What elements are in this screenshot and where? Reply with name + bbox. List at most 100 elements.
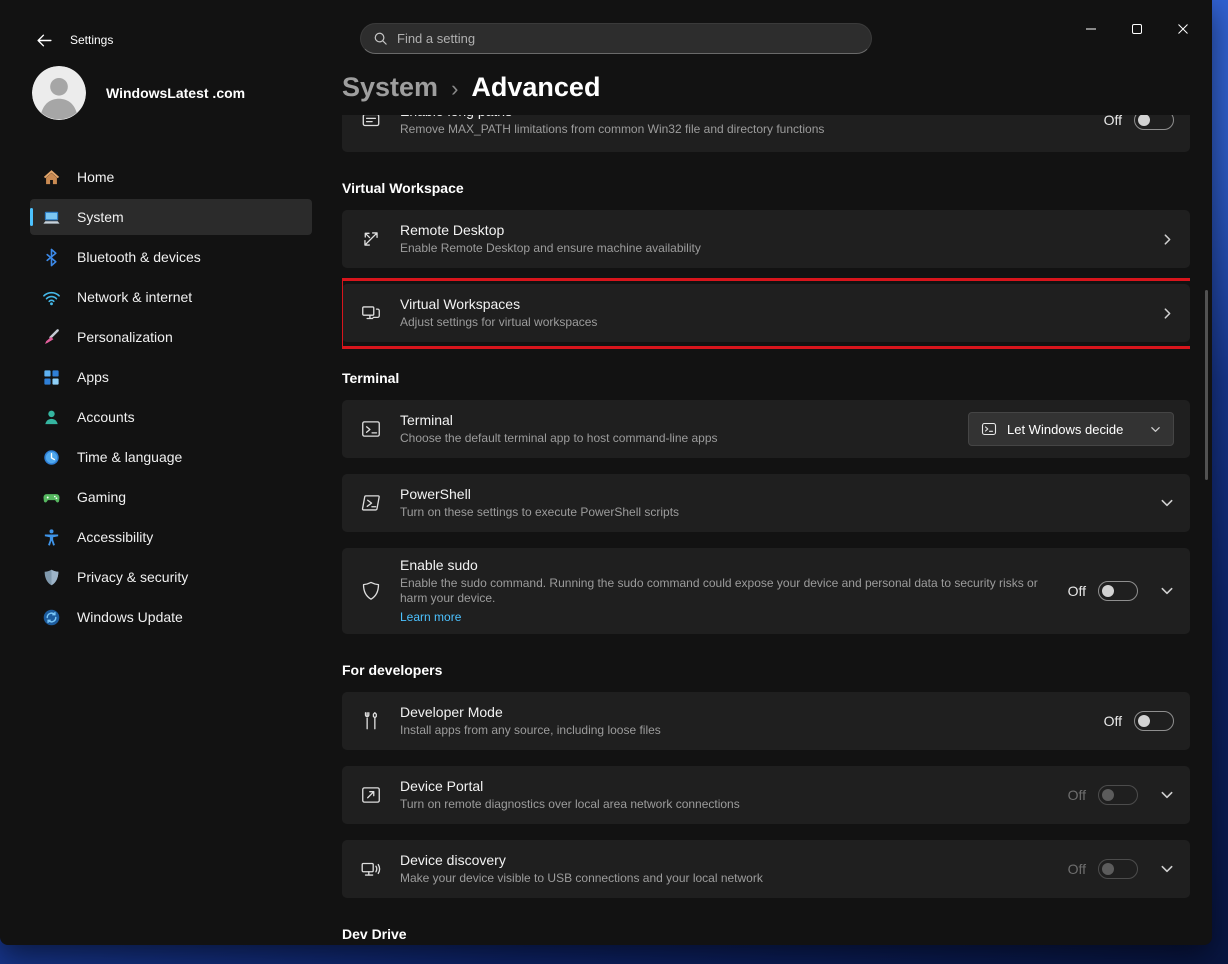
- powershell-icon: [360, 492, 382, 514]
- terminal-mini-icon: [981, 421, 997, 437]
- section-header-terminal: Terminal: [342, 368, 1190, 388]
- titlebar: Settings: [0, 0, 1212, 64]
- sidebar-item-apps[interactable]: Apps: [30, 359, 312, 395]
- desktop: Settings: [0, 0, 1228, 964]
- selected-accent-bar: [30, 208, 33, 226]
- breadcrumb-separator-icon: ›: [451, 74, 458, 102]
- chevron-down-icon[interactable]: [1160, 496, 1174, 510]
- sidebar: WindowsLatest .com Home System Bluetooth…: [0, 64, 330, 945]
- close-button[interactable]: [1160, 10, 1206, 48]
- chevron-right-icon: [1161, 307, 1174, 320]
- search-input[interactable]: [397, 31, 859, 46]
- toggle-state-label: Off: [1068, 583, 1086, 599]
- device-portal-toggle: [1098, 785, 1138, 805]
- sidebar-item-label: Network & internet: [77, 289, 192, 305]
- accounts-icon: [42, 408, 61, 427]
- windows-update-icon: [42, 608, 61, 627]
- setting-title: Virtual Workspaces: [400, 296, 1141, 312]
- setting-title: PowerShell: [400, 486, 1140, 502]
- setting-desc: Turn on these settings to execute PowerS…: [400, 505, 1140, 520]
- toggle-knob: [1102, 863, 1114, 875]
- terminal-app-dropdown[interactable]: Let Windows decide: [968, 412, 1174, 446]
- chevron-down-icon[interactable]: [1160, 584, 1174, 598]
- toggle-knob: [1102, 585, 1114, 597]
- setting-desc: Remove MAX_PATH limitations from common …: [400, 122, 1084, 137]
- sidebar-item-windows-update[interactable]: Windows Update: [30, 599, 312, 635]
- user-account-card[interactable]: WindowsLatest .com: [32, 66, 245, 120]
- section-header-dev-drive: Dev Drive: [342, 924, 1190, 944]
- chevron-down-icon: [1150, 424, 1161, 435]
- minimize-button[interactable]: [1068, 10, 1114, 48]
- setting-title: Enable sudo: [400, 557, 1048, 573]
- learn-more-link[interactable]: Learn more: [400, 610, 461, 624]
- sidebar-item-time-language[interactable]: Time & language: [30, 439, 312, 475]
- device-discovery-toggle: [1098, 859, 1138, 879]
- sidebar-item-home[interactable]: Home: [30, 159, 312, 195]
- personalization-icon: [42, 328, 61, 347]
- setting-row-enable-long-paths[interactable]: Enable long paths Remove MAX_PATH limita…: [342, 115, 1190, 152]
- sidebar-nav: Home System Bluetooth & devices Network …: [30, 159, 312, 639]
- back-button[interactable]: [26, 24, 62, 56]
- virtual-workspaces-icon: [360, 302, 382, 324]
- close-icon: [1177, 23, 1189, 35]
- privacy-icon: [42, 568, 61, 587]
- chevron-down-icon[interactable]: [1160, 788, 1174, 802]
- gaming-icon: [42, 488, 61, 507]
- sidebar-item-system[interactable]: System: [30, 199, 312, 235]
- device-discovery-icon: [360, 858, 382, 880]
- setting-row-device-discovery[interactable]: Device discovery Make your device visibl…: [342, 840, 1190, 898]
- maximize-button[interactable]: [1114, 10, 1160, 48]
- back-arrow-icon: [36, 32, 53, 49]
- chevron-down-icon[interactable]: [1160, 862, 1174, 876]
- sidebar-item-personalization[interactable]: Personalization: [30, 319, 312, 355]
- sidebar-item-label: Time & language: [77, 449, 182, 465]
- toggle-state-label: Off: [1104, 115, 1122, 128]
- sidebar-item-network-internet[interactable]: Network & internet: [30, 279, 312, 315]
- setting-title: Enable long paths: [400, 115, 1084, 119]
- setting-desc: Make your device visible to USB connecti…: [400, 871, 1048, 886]
- caption-controls: [1068, 10, 1206, 48]
- system-icon: [42, 208, 61, 227]
- developer-mode-icon: [360, 710, 382, 732]
- sidebar-item-label: Apps: [77, 369, 109, 385]
- sidebar-item-label: Personalization: [77, 329, 173, 345]
- network-icon: [42, 288, 61, 307]
- setting-row-powershell[interactable]: PowerShell Turn on these settings to exe…: [342, 474, 1190, 532]
- setting-row-virtual-workspaces[interactable]: Virtual Workspaces Adjust settings for v…: [342, 284, 1190, 342]
- setting-row-enable-sudo[interactable]: Enable sudo Enable the sudo command. Run…: [342, 548, 1190, 634]
- sidebar-item-label: Privacy & security: [77, 569, 188, 585]
- sidebar-item-accounts[interactable]: Accounts: [30, 399, 312, 435]
- search-box[interactable]: [360, 23, 872, 54]
- developer-mode-toggle[interactable]: [1134, 711, 1174, 731]
- remote-desktop-icon: [360, 228, 382, 250]
- sidebar-item-label: Gaming: [77, 489, 126, 505]
- toggle-state-label: Off: [1068, 861, 1086, 877]
- setting-desc: Choose the default terminal app to host …: [400, 431, 968, 446]
- setting-row-remote-desktop[interactable]: Remote Desktop Enable Remote Desktop and…: [342, 210, 1190, 268]
- window-title: Settings: [70, 33, 113, 47]
- setting-desc: Adjust settings for virtual workspaces: [400, 315, 1141, 330]
- setting-title: Device discovery: [400, 852, 1048, 868]
- sidebar-item-bluetooth-devices[interactable]: Bluetooth & devices: [30, 239, 312, 275]
- apps-icon: [42, 368, 61, 387]
- setting-desc: Turn on remote diagnostics over local ar…: [400, 797, 1048, 812]
- breadcrumb-system[interactable]: System: [342, 72, 438, 103]
- sudo-toggle[interactable]: [1098, 581, 1138, 601]
- setting-row-developer-mode[interactable]: Developer Mode Install apps from any sou…: [342, 692, 1190, 750]
- sidebar-item-accessibility[interactable]: Accessibility: [30, 519, 312, 555]
- sidebar-item-privacy-security[interactable]: Privacy & security: [30, 559, 312, 595]
- sidebar-item-label: Accessibility: [77, 529, 153, 545]
- toggle-state-label: Off: [1104, 713, 1122, 729]
- long-paths-toggle[interactable]: [1134, 115, 1174, 130]
- setting-row-terminal[interactable]: Terminal Choose the default terminal app…: [342, 400, 1190, 458]
- dropdown-selected-value: Let Windows decide: [1007, 422, 1140, 437]
- sidebar-item-gaming[interactable]: Gaming: [30, 479, 312, 515]
- bluetooth-icon: [42, 248, 61, 267]
- setting-desc: Install apps from any source, including …: [400, 723, 1084, 738]
- scrollbar-thumb[interactable]: [1205, 290, 1208, 480]
- terminal-icon: [360, 418, 382, 440]
- setting-title: Terminal: [400, 412, 968, 428]
- setting-row-device-portal[interactable]: Device Portal Turn on remote diagnostics…: [342, 766, 1190, 824]
- toggle-knob: [1138, 715, 1150, 727]
- user-name: WindowsLatest .com: [106, 85, 245, 101]
